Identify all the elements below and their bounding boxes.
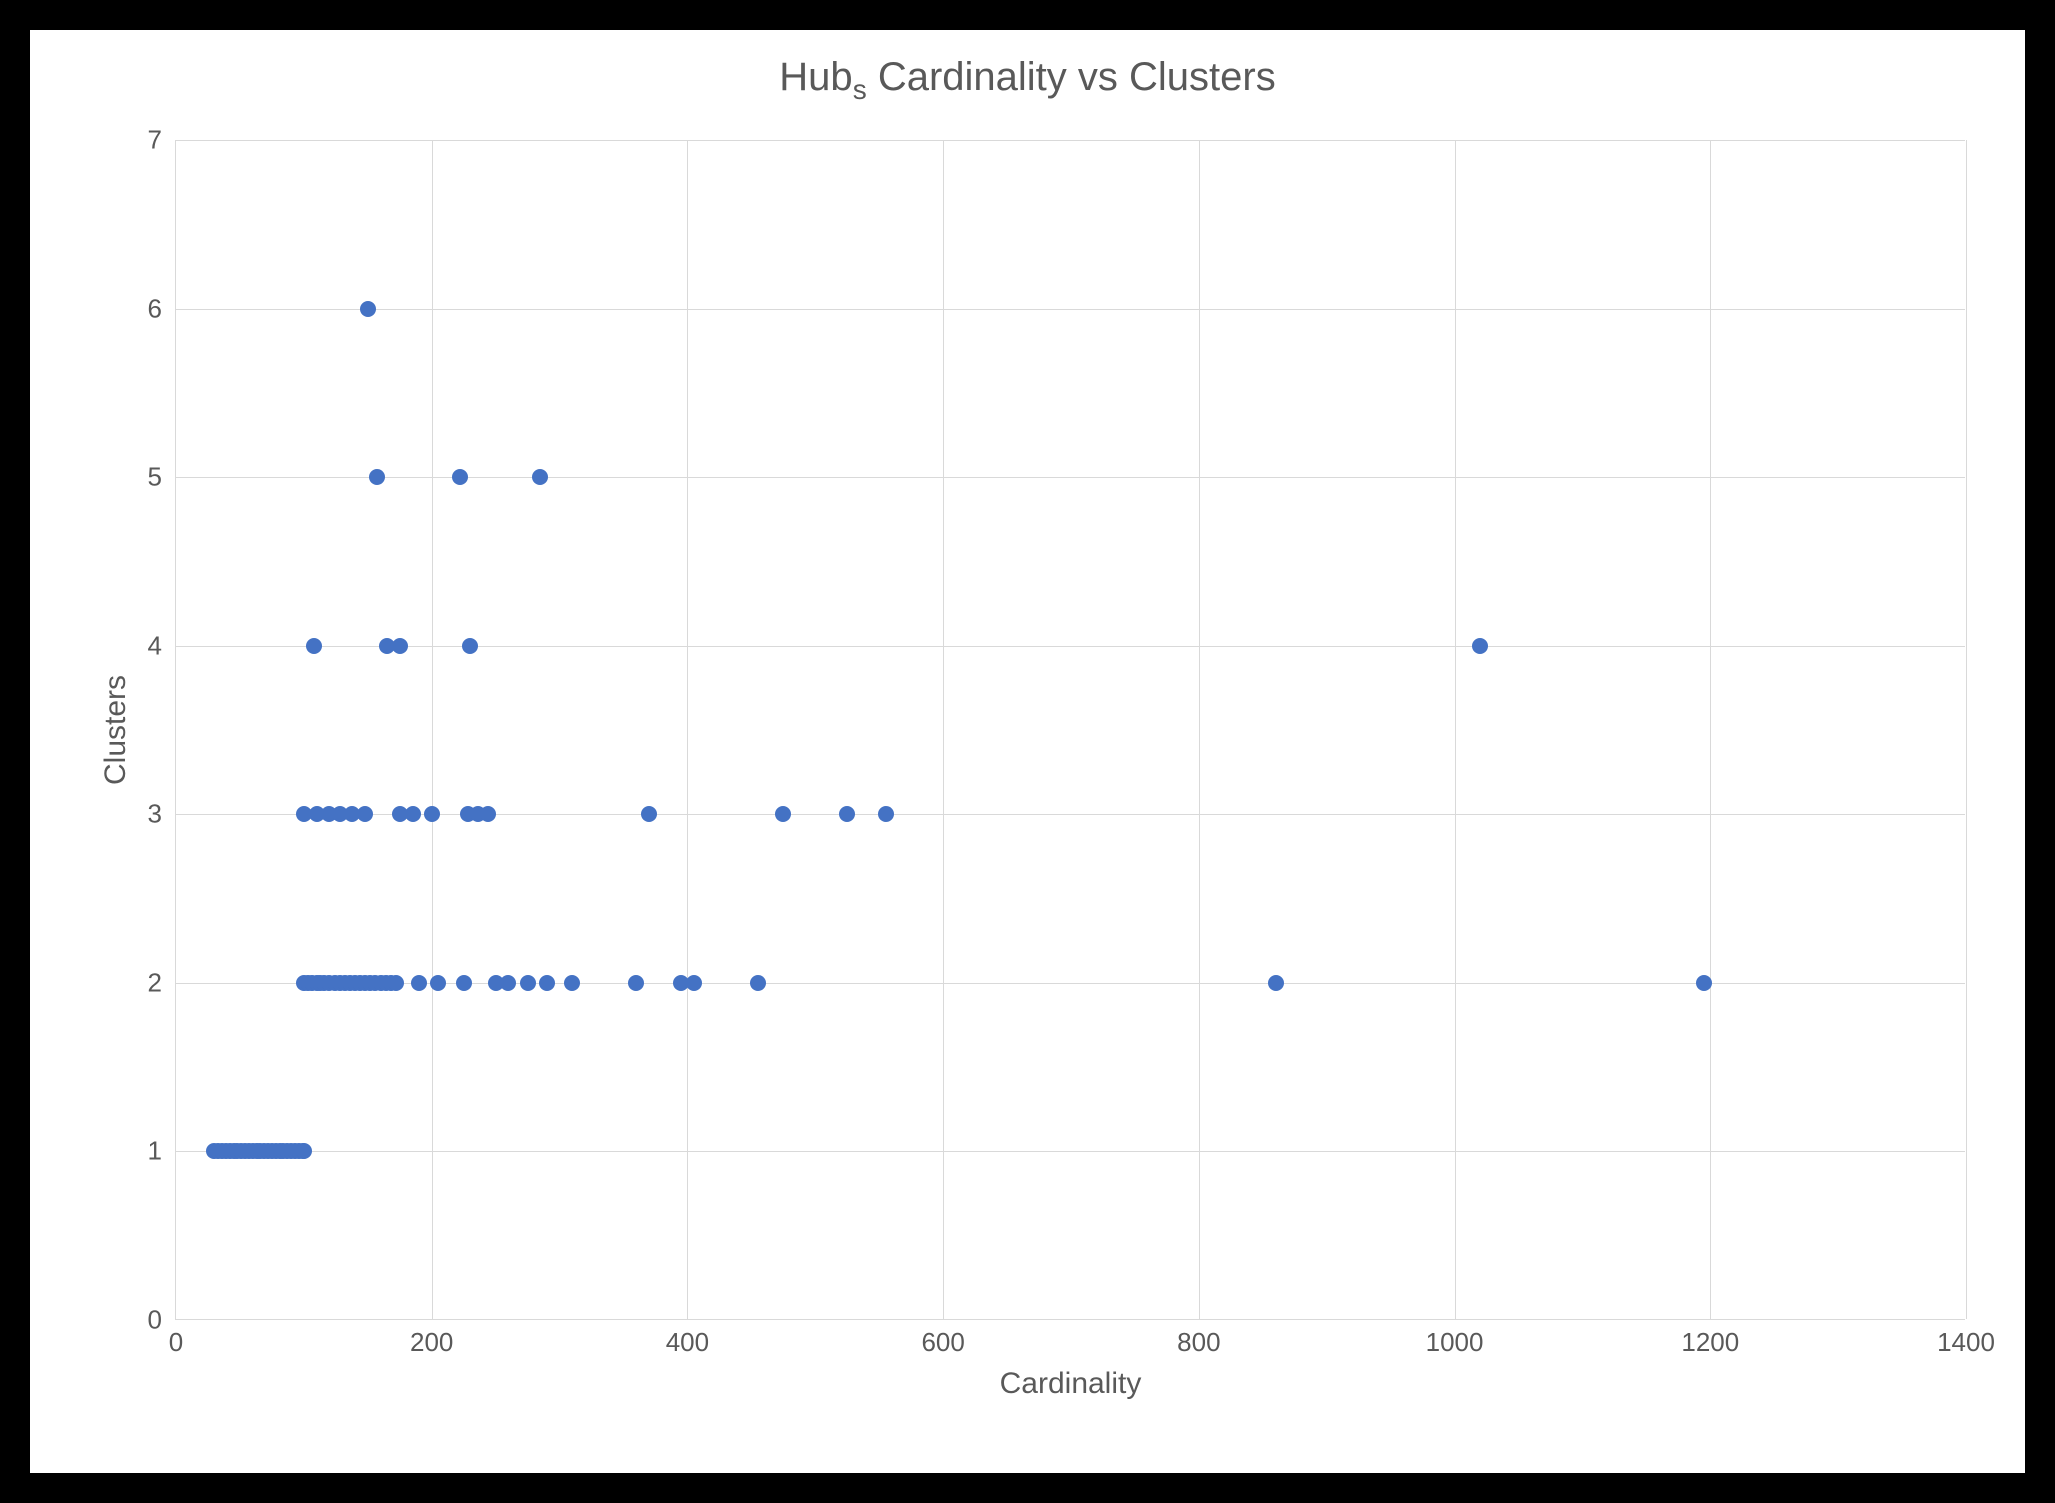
x-tick-label: 200	[410, 1327, 453, 1358]
y-tick-label: 5	[148, 462, 162, 493]
data-point	[411, 975, 427, 991]
data-point	[452, 469, 468, 485]
y-tick-label: 4	[148, 630, 162, 661]
x-tick-label: 800	[1177, 1327, 1220, 1358]
data-point	[405, 806, 421, 822]
x-tick-label: 1000	[1426, 1327, 1484, 1358]
data-point	[360, 301, 376, 317]
data-point	[686, 975, 702, 991]
x-gridline	[943, 140, 944, 1319]
data-point	[500, 975, 516, 991]
title-text-2: Cardinality vs Clusters	[878, 55, 1276, 99]
x-gridline	[432, 140, 433, 1319]
data-point	[480, 806, 496, 822]
y-gridline	[176, 309, 1965, 310]
y-axis-label: Clusters	[99, 674, 133, 784]
data-point	[357, 806, 373, 822]
data-point	[392, 638, 408, 654]
chart-canvas: Hubs Cardinality vs Clusters Clusters Ca…	[30, 30, 2025, 1473]
data-point	[306, 638, 322, 654]
data-point	[1696, 975, 1712, 991]
y-tick-label: 2	[148, 967, 162, 998]
x-tick-label: 0	[169, 1327, 183, 1358]
y-tick-label: 6	[148, 293, 162, 324]
y-gridline	[176, 1151, 1965, 1152]
data-point	[296, 1143, 312, 1159]
data-point	[520, 975, 536, 991]
x-tick-label: 400	[666, 1327, 709, 1358]
data-point	[750, 975, 766, 991]
plot-area: Clusters Cardinality 0123456702004006008…	[175, 140, 1965, 1320]
data-point	[839, 806, 855, 822]
y-gridline	[176, 477, 1965, 478]
data-point	[1268, 975, 1284, 991]
x-tick-label: 1200	[1681, 1327, 1739, 1358]
y-tick-label: 1	[148, 1136, 162, 1167]
x-axis-label: Cardinality	[176, 1367, 1965, 1401]
x-gridline	[1455, 140, 1456, 1319]
data-point	[388, 975, 404, 991]
x-tick-label: 1400	[1937, 1327, 1995, 1358]
y-gridline	[176, 814, 1965, 815]
y-gridline	[176, 140, 1965, 141]
data-point	[564, 975, 580, 991]
x-gridline	[1710, 140, 1711, 1319]
data-point	[430, 975, 446, 991]
data-point	[539, 975, 555, 991]
title-subscript: s	[853, 74, 867, 105]
chart-title: Hubs Cardinality vs Clusters	[30, 55, 2025, 106]
title-text-1: Hub	[779, 55, 852, 99]
data-point	[878, 806, 894, 822]
x-gridline	[1966, 140, 1967, 1319]
data-point	[775, 806, 791, 822]
data-point	[462, 638, 478, 654]
y-tick-label: 0	[148, 1305, 162, 1336]
data-point	[641, 806, 657, 822]
data-point	[424, 806, 440, 822]
chart-card: Hubs Cardinality vs Clusters Clusters Ca…	[0, 0, 2055, 1503]
data-point	[369, 469, 385, 485]
y-tick-label: 3	[148, 799, 162, 830]
x-tick-label: 600	[921, 1327, 964, 1358]
data-point	[1472, 638, 1488, 654]
x-gridline	[687, 140, 688, 1319]
data-point	[532, 469, 548, 485]
x-gridline	[1199, 140, 1200, 1319]
data-point	[628, 975, 644, 991]
y-gridline	[176, 646, 1965, 647]
y-tick-label: 7	[148, 125, 162, 156]
data-point	[456, 975, 472, 991]
